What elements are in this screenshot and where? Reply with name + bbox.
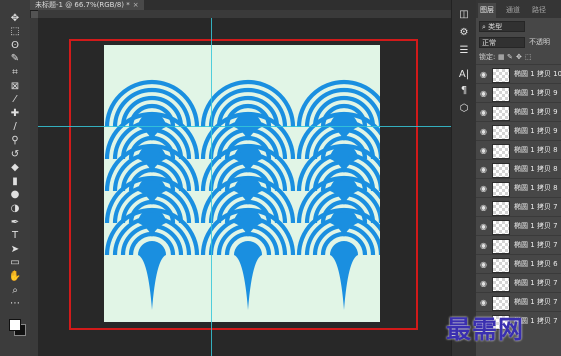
lock-position-icon[interactable]: ✥ (516, 52, 522, 63)
document-tab-title: 未标题-1 @ 66.7%(RGB/8) * (35, 1, 130, 9)
red-selection-frame (69, 39, 418, 330)
eye-icon[interactable]: ◉ (479, 70, 488, 79)
layers-panel: 图层 通道 路径 ⌕ 类型 正常 不透明 锁定: ▦ ✎ ✥ ⬚ ◉ 椭圆 1 拷… (476, 0, 561, 356)
horizontal-guide[interactable] (38, 126, 451, 127)
eye-icon[interactable]: ◉ (479, 184, 488, 193)
layer-name[interactable]: 椭圆 1 拷贝 9 (514, 103, 561, 122)
layer-row[interactable]: ◉ 椭圆 1 拷贝 9 (476, 102, 561, 121)
filter-kind-select[interactable]: ⌕ 类型 (479, 21, 525, 32)
blend-mode-select[interactable]: 正常 (479, 37, 525, 48)
character-icon[interactable]: A| (456, 66, 472, 82)
close-icon[interactable]: × (133, 1, 139, 9)
layer-thumbnail[interactable] (492, 106, 510, 121)
layer-thumbnail[interactable] (492, 220, 510, 235)
filter-kind-label: 类型 (488, 23, 503, 31)
layer-row[interactable]: ◉ 椭圆 1 拷贝 7 (476, 216, 561, 235)
layer-thumbnail[interactable] (492, 87, 510, 102)
eye-icon[interactable]: ◉ (479, 279, 488, 288)
canvas-workspace[interactable] (38, 18, 451, 356)
layer-thumbnail[interactable] (492, 296, 510, 311)
layer-thumbnail[interactable] (492, 144, 510, 159)
eye-icon[interactable]: ◉ (479, 127, 488, 136)
layer-name[interactable]: 椭圆 1 拷贝 6 (514, 255, 561, 274)
tab-layers[interactable]: 图层 (478, 3, 496, 18)
layer-name[interactable]: 椭圆 1 拷贝 7 (514, 198, 561, 217)
layer-thumbnail[interactable] (492, 201, 510, 216)
layer-name[interactable]: 椭圆 1 拷贝 9 (514, 122, 561, 141)
layer-name[interactable]: 椭圆 1 拷贝 8 (514, 179, 561, 198)
eye-icon[interactable]: ◉ (479, 146, 488, 155)
layer-name[interactable]: 椭圆 1 拷贝 7 (514, 236, 561, 255)
history-icon[interactable]: ◫ (456, 6, 472, 22)
document-tab[interactable]: 未标题-1 @ 66.7%(RGB/8) * × (30, 0, 144, 10)
tab-paths[interactable]: 路径 (530, 4, 548, 16)
layer-thumbnail[interactable] (492, 68, 510, 83)
layer-name[interactable]: 椭圆 1 拷贝 7 (514, 274, 561, 293)
layer-thumbnail[interactable] (492, 239, 510, 254)
3d-icon[interactable]: ⬡ (456, 100, 472, 116)
vertical-guide[interactable] (211, 18, 212, 356)
opacity-label: 不透明 (529, 38, 550, 46)
paragraph-icon[interactable]: ¶ (456, 82, 472, 98)
layer-name[interactable]: 椭圆 1 拷贝 8 (514, 141, 561, 160)
layer-thumbnail[interactable] (492, 125, 510, 140)
lock-transparent-icon[interactable]: ▦ (498, 52, 505, 63)
layer-row[interactable]: ◉ 椭圆 1 拷贝 8 (476, 140, 561, 159)
eye-icon[interactable]: ◉ (479, 222, 488, 231)
layer-name[interactable]: 椭圆 1 拷贝 7 (514, 217, 561, 236)
layer-thumbnail[interactable] (492, 258, 510, 273)
eye-icon[interactable]: ◉ (479, 108, 488, 117)
properties-icon[interactable]: ☰ (456, 42, 472, 58)
layer-row[interactable]: ◉ 椭圆 1 拷贝 9 (476, 83, 561, 102)
lock-row: 锁定: ▦ ✎ ✥ ⬚ (476, 52, 561, 63)
eye-icon[interactable]: ◉ (479, 260, 488, 269)
layer-thumbnail[interactable] (492, 163, 510, 178)
blend-mode-row: 正常 不透明 (476, 37, 561, 49)
eye-icon[interactable]: ◉ (479, 241, 488, 250)
panel-icon-strip: ◫ ⚙ ☰ A| ¶ ⬡ (451, 0, 477, 356)
lock-label: 锁定: (479, 53, 496, 61)
layer-row[interactable]: ◉ 椭圆 1 拷贝 7 (476, 235, 561, 254)
more-tools-icon[interactable]: ⋯ (3, 297, 27, 312)
layer-name[interactable]: 椭圆 1 拷贝 9 (514, 84, 561, 103)
layer-filter-row: ⌕ 类型 (476, 21, 561, 33)
layer-row[interactable]: ◉ 椭圆 1 拷贝 7 (476, 197, 561, 216)
layer-row[interactable]: ◉ 椭圆 1 拷贝 6 (476, 254, 561, 273)
layer-thumbnail[interactable] (492, 182, 510, 197)
layer-name[interactable]: 椭圆 1 拷贝 10 (514, 65, 561, 84)
watermark-text: 最需网 (446, 315, 525, 344)
eye-icon[interactable]: ◉ (479, 89, 488, 98)
layer-row[interactable]: ◉ 椭圆 1 拷贝 7 (476, 273, 561, 292)
adjust-icon[interactable]: ⚙ (456, 24, 472, 40)
layer-row[interactable]: ◉ 椭圆 1 拷贝 9 (476, 121, 561, 140)
tab-channels[interactable]: 通道 (504, 4, 522, 16)
tools-panel: ✥ ⬚ ʘ ✎ ⌗ ⊠ ⁄ ✚ / ⚲ ↺ ◆ ▮ ● ◑ ✒ T ➤ ▭ ✋ ⌕ ⋯ (0, 0, 31, 356)
layer-thumbnail[interactable] (492, 277, 510, 292)
foreground-color-swatch[interactable] (9, 319, 21, 331)
lock-pixels-icon[interactable]: ✎ (507, 52, 513, 63)
eye-icon[interactable]: ◉ (479, 298, 488, 307)
layer-row[interactable]: ◉ 椭圆 1 拷贝 8 (476, 178, 561, 197)
panel-tabs: 图层 通道 路径 (476, 0, 561, 18)
lock-artboard-icon[interactable]: ⬚ (525, 52, 532, 63)
layer-row[interactable]: ◉ 椭圆 1 拷贝 8 (476, 159, 561, 178)
eye-icon[interactable]: ◉ (479, 203, 488, 212)
search-icon: ⌕ (482, 23, 486, 31)
eye-icon[interactable]: ◉ (479, 165, 488, 174)
layer-row[interactable]: ◉ 椭圆 1 拷贝 10 (476, 64, 561, 83)
layer-name[interactable]: 椭圆 1 拷贝 8 (514, 160, 561, 179)
layer-row[interactable]: ◉ 椭圆 1 拷贝 7 (476, 292, 561, 311)
